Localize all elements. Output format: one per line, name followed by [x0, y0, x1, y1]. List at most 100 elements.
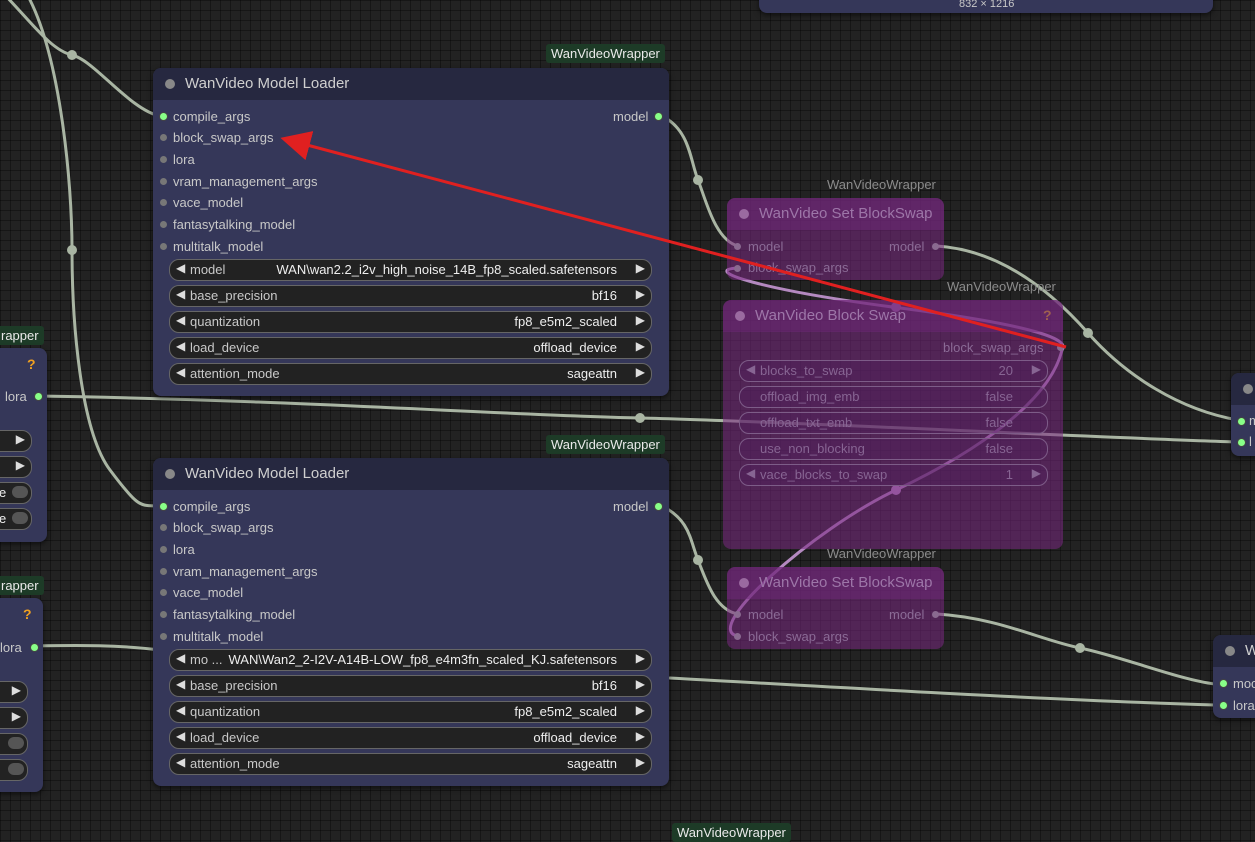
attention-mode-combo[interactable]: ◀ attention_mode sageattn ▶: [169, 753, 652, 775]
node-header[interactable]: WanVideo Block Swap ?: [723, 300, 1063, 332]
input-dot[interactable]: [160, 568, 167, 575]
arrow-left-icon[interactable]: ◀: [176, 287, 185, 301]
input-dot[interactable]: [734, 243, 741, 250]
attention-mode-combo[interactable]: ◀ attention_mode sageattn ▶: [169, 363, 652, 385]
input-dot[interactable]: [734, 633, 741, 640]
arrow-right-icon[interactable]: ▶: [636, 729, 645, 743]
input-dot[interactable]: [734, 265, 741, 272]
collapse-dot-icon[interactable]: [165, 79, 175, 89]
arrow-left-icon[interactable]: ◀: [746, 466, 755, 480]
node-header[interactable]: WanVideo Set BlockSwap: [727, 198, 944, 230]
offload-img-emb-toggle[interactable]: offload_img_emb false: [739, 386, 1048, 408]
set-blockswap-node-2[interactable]: WanVideo Set BlockSwap model block_swap_…: [727, 567, 944, 649]
arrow-left-icon[interactable]: ◀: [176, 651, 185, 665]
input-dot[interactable]: [160, 243, 167, 250]
input-dot[interactable]: [160, 156, 167, 163]
input-dot[interactable]: [160, 134, 167, 141]
output-dot[interactable]: [654, 502, 663, 511]
input-dot[interactable]: [159, 112, 168, 121]
widget-arrow[interactable]: ▶: [0, 456, 32, 478]
toggle-widget[interactable]: e: [0, 508, 32, 530]
base-precision-combo[interactable]: ◀ base_precision bf16 ▶: [169, 675, 652, 697]
base-precision-combo[interactable]: ◀ base_precision bf16 ▶: [169, 285, 652, 307]
arrow-right-icon[interactable]: ▶: [636, 339, 645, 353]
block-swap-node[interactable]: WanVideo Block Swap ? block_swap_args ◀ b…: [723, 300, 1064, 549]
node-header[interactable]: [1231, 373, 1255, 405]
toggle-widget[interactable]: [0, 759, 28, 781]
load-device-combo[interactable]: ◀ load_device offload_device ▶: [169, 727, 652, 749]
model-combo[interactable]: ◀ mo ... WAN\Wan2_2-I2V-A14B-LOW_fp8_e4m3f…: [169, 649, 652, 671]
set-blockswap-node-1[interactable]: WanVideo Set BlockSwap model block_swap_…: [727, 198, 944, 280]
help-icon[interactable]: ?: [1043, 307, 1052, 323]
collapse-dot-icon[interactable]: [739, 578, 749, 588]
right-partial-node-2[interactable]: W moc lora: [1213, 635, 1255, 718]
input-dot[interactable]: [160, 589, 167, 596]
model-loader-node-1[interactable]: WanVideo Model Loader compile_args block…: [153, 68, 669, 396]
collapse-dot-icon[interactable]: [165, 469, 175, 479]
arrow-left-icon[interactable]: ◀: [176, 339, 185, 353]
left-partial-node[interactable]: ? lora ▶ ▶: [0, 598, 43, 792]
input-dot[interactable]: [160, 633, 167, 640]
arrow-left-icon[interactable]: ◀: [176, 729, 185, 743]
top-partial-node[interactable]: 832 × 1216: [759, 0, 1213, 13]
arrow-right-icon[interactable]: ▶: [636, 287, 645, 301]
node-header[interactable]: WanVideo Model Loader: [153, 458, 669, 490]
arrow-right-icon[interactable]: ▶: [636, 703, 645, 717]
offload-txt-emb-toggle[interactable]: offload_txt_emb false: [739, 412, 1048, 434]
node-header[interactable]: WanVideo Model Loader: [153, 68, 669, 100]
model-combo[interactable]: ◀ model WAN\wan2.2_i2v_high_noise_14B_fp8_…: [169, 259, 652, 281]
arrow-left-icon[interactable]: ◀: [746, 362, 755, 376]
output-dot[interactable]: [932, 611, 939, 618]
arrow-left-icon[interactable]: ◀: [176, 261, 185, 275]
input-dot[interactable]: [1237, 417, 1246, 426]
vace-blocks-to-swap-widget[interactable]: ◀ vace_blocks_to_swap 1 ▶: [739, 464, 1048, 486]
output-dot[interactable]: [932, 243, 939, 250]
arrow-left-icon[interactable]: ◀: [176, 755, 185, 769]
blocks-to-swap-widget[interactable]: ◀ blocks_to_swap 20 ▶: [739, 360, 1048, 382]
widget-arrow[interactable]: ▶: [0, 681, 28, 703]
arrow-right-icon[interactable]: ▶: [636, 677, 645, 691]
collapse-dot-icon[interactable]: [1225, 646, 1235, 656]
arrow-left-icon[interactable]: ◀: [176, 703, 185, 717]
model-loader-node-2[interactable]: WanVideo Model Loader compile_args block…: [153, 458, 669, 786]
right-partial-node-1[interactable]: m l: [1231, 373, 1255, 456]
arrow-right-icon[interactable]: ▶: [636, 313, 645, 327]
collapse-dot-icon[interactable]: [735, 311, 745, 321]
arrow-right-icon[interactable]: ▶: [636, 651, 645, 665]
input-dot[interactable]: [160, 199, 167, 206]
output-dot[interactable]: [30, 643, 39, 652]
use-non-blocking-toggle[interactable]: use_non_blocking false: [739, 438, 1048, 460]
input-dot[interactable]: [1219, 679, 1228, 688]
input-dot[interactable]: [1237, 438, 1246, 447]
arrow-right-icon[interactable]: ▶: [1032, 466, 1041, 480]
node-header[interactable]: W: [1213, 635, 1255, 667]
arrow-left-icon[interactable]: ◀: [176, 313, 185, 327]
output-dot[interactable]: [34, 392, 43, 401]
input-dot[interactable]: [1219, 701, 1228, 710]
load-device-combo[interactable]: ◀ load_device offload_device ▶: [169, 337, 652, 359]
arrow-right-icon[interactable]: ▶: [1032, 362, 1041, 376]
input-dot[interactable]: [160, 611, 167, 618]
input-dot[interactable]: [159, 502, 168, 511]
widget-arrow[interactable]: ▶: [0, 430, 32, 452]
collapse-dot-icon[interactable]: [1243, 384, 1253, 394]
collapse-dot-icon[interactable]: [739, 209, 749, 219]
left-partial-node[interactable]: ? lora ▶ ▶ e e: [0, 348, 47, 542]
input-dot[interactable]: [734, 611, 741, 618]
input-dot[interactable]: [160, 524, 167, 531]
arrow-right-icon[interactable]: ▶: [636, 755, 645, 769]
widget-arrow[interactable]: ▶: [0, 707, 28, 729]
output-dot[interactable]: [654, 112, 663, 121]
output-dot[interactable]: [1057, 344, 1064, 351]
toggle-widget[interactable]: [0, 733, 28, 755]
quantization-combo[interactable]: ◀ quantization fp8_e5m2_scaled ▶: [169, 701, 652, 723]
arrow-left-icon[interactable]: ◀: [176, 677, 185, 691]
help-icon[interactable]: ?: [23, 606, 32, 622]
node-header[interactable]: WanVideo Set BlockSwap: [727, 567, 944, 599]
input-dot[interactable]: [160, 221, 167, 228]
quantization-combo[interactable]: ◀ quantization fp8_e5m2_scaled ▶: [169, 311, 652, 333]
toggle-widget[interactable]: e: [0, 482, 32, 504]
help-icon[interactable]: ?: [27, 356, 36, 372]
arrow-right-icon[interactable]: ▶: [636, 261, 645, 275]
input-dot[interactable]: [160, 546, 167, 553]
